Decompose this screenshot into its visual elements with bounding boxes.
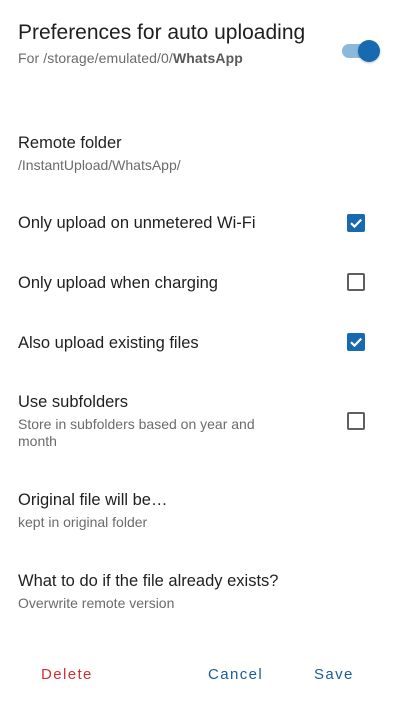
upload-existing-label: Also upload existing files <box>18 334 199 352</box>
auto-upload-toggle[interactable] <box>342 40 380 62</box>
source-folder-name: WhatsApp <box>172 50 243 66</box>
cancel-button[interactable]: Cancel <box>208 666 263 683</box>
subfolders-setting[interactable]: Use subfolders Store in subfolders based… <box>18 392 382 450</box>
page-title: Preferences for auto uploading <box>18 21 306 44</box>
preferences-header: Preferences for auto uploading For /stor… <box>18 20 382 66</box>
upload-existing-checkbox[interactable] <box>347 333 365 351</box>
source-folder-prefix: For /storage/emulated/0/ <box>18 50 173 66</box>
wifi-only-setting[interactable]: Only upload on unmetered Wi-Fi <box>18 213 382 233</box>
remote-folder-setting[interactable]: Remote folder /InstantUpload/WhatsApp/ <box>18 133 382 174</box>
file-exists-value: Overwrite remote version <box>18 595 175 611</box>
subfolders-label: Use subfolders <box>18 393 129 411</box>
check-icon <box>350 218 362 229</box>
save-button[interactable]: Save <box>314 666 354 683</box>
subfolders-description: Store in subfolders based on year and mo… <box>18 416 255 449</box>
file-exists-setting[interactable]: What to do if the file already exists? O… <box>18 571 382 612</box>
subfolders-checkbox[interactable] <box>347 412 365 430</box>
check-icon <box>350 337 362 348</box>
remote-folder-value: /InstantUpload/WhatsApp/ <box>18 157 181 173</box>
source-folder-path: For /storage/emulated/0/WhatsApp <box>18 50 382 66</box>
upload-existing-setting[interactable]: Also upload existing files <box>18 333 382 353</box>
toggle-thumb <box>358 40 380 62</box>
original-file-value: kept in original folder <box>18 514 148 530</box>
charging-only-checkbox[interactable] <box>347 273 365 291</box>
remote-folder-label: Remote folder <box>18 134 122 152</box>
charging-only-setting[interactable]: Only upload when charging <box>18 273 382 293</box>
original-file-setting[interactable]: Original file will be… kept in original … <box>18 490 382 531</box>
delete-button[interactable]: Delete <box>41 666 93 683</box>
original-file-label: Original file will be… <box>18 491 168 509</box>
file-exists-label: What to do if the file already exists? <box>18 572 279 590</box>
wifi-only-label: Only upload on unmetered Wi-Fi <box>18 214 256 232</box>
wifi-only-checkbox[interactable] <box>347 214 365 232</box>
dialog-actions: Delete Cancel Save <box>0 666 400 688</box>
charging-only-label: Only upload when charging <box>18 274 218 292</box>
